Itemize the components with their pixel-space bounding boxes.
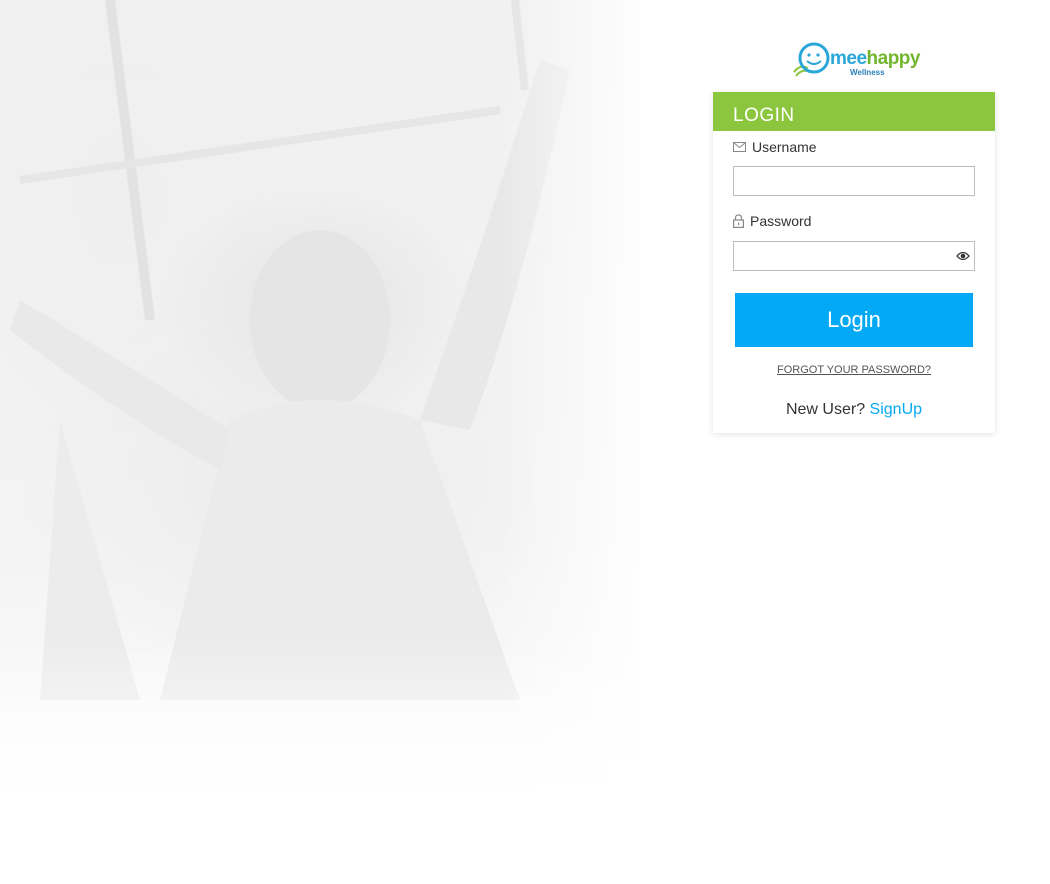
username-label: Username <box>752 139 817 155</box>
background-fade-bottom <box>0 640 660 884</box>
logo-subtitle: Wellness <box>850 68 885 77</box>
logo-wordmark-secondary: happy <box>866 48 921 69</box>
login-title: LOGIN <box>733 105 795 126</box>
username-label-row: Username <box>733 139 817 155</box>
password-label: Password <box>750 213 812 229</box>
username-field-container <box>733 166 975 196</box>
password-input[interactable] <box>734 242 956 270</box>
new-user-row: New User? SignUp <box>713 401 995 419</box>
logo-wordmark-primary: mee <box>830 48 867 69</box>
logo-wordmark: meehappy <box>830 48 920 70</box>
login-card: LOGIN Username Password Login FORGOT YOU… <box>713 92 995 433</box>
password-label-row: Password <box>733 213 811 229</box>
login-page: meehappy Wellness LOGIN Username Passwor… <box>0 0 1050 884</box>
lock-icon <box>733 214 744 228</box>
signup-link[interactable]: SignUp <box>870 401 922 418</box>
envelope-icon <box>733 142 746 152</box>
eye-icon[interactable] <box>956 250 970 262</box>
password-field-container <box>733 241 975 271</box>
username-input[interactable] <box>734 167 956 195</box>
new-user-text: New User? <box>785 401 866 418</box>
forgot-password-link[interactable]: FORGOT YOUR PASSWORD? <box>713 364 995 376</box>
login-card-header: LOGIN <box>713 92 995 131</box>
login-button[interactable]: Login <box>735 293 973 347</box>
